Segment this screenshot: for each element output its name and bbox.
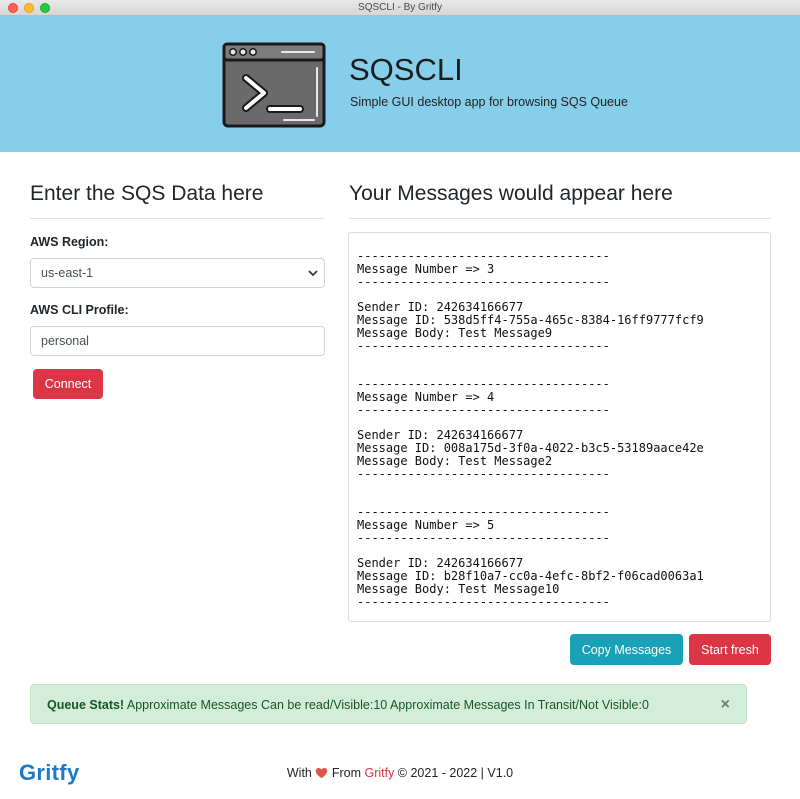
gritfy-link[interactable]: Gritfy (364, 766, 394, 780)
footer-credits: With From Gritfy © 2021 - 2022 | V1.0 (0, 766, 800, 780)
messages-text: ----------------------------------- Mess… (357, 249, 704, 609)
header-banner: SQSCLI Simple GUI desktop app for browsi… (0, 16, 800, 152)
form-heading: Enter the SQS Data here (30, 182, 264, 205)
window-titlebar: SQSCLI - By Gritfy (0, 0, 800, 16)
start-fresh-button[interactable]: Start fresh (689, 634, 771, 665)
messages-output-area[interactable]: ----------------------------------- Mess… (348, 232, 771, 622)
connect-button[interactable]: Connect (33, 369, 103, 399)
aws-profile-label: AWS CLI Profile: (30, 303, 129, 317)
heart-icon (316, 767, 328, 779)
aws-region-value: us-east-1 (41, 266, 94, 280)
footer-prefix: With (286, 766, 316, 780)
queue-stats-title: Queue Stats! (47, 698, 125, 712)
chevron-down-icon (308, 270, 318, 277)
copy-messages-button[interactable]: Copy Messages (570, 634, 683, 665)
aws-profile-input[interactable]: personal (30, 326, 325, 356)
app-subtitle: Simple GUI desktop app for browsing SQS … (350, 95, 628, 109)
aws-region-label: AWS Region: (30, 235, 109, 249)
window-title: SQSCLI - By Gritfy (358, 2, 442, 13)
messages-heading: Your Messages would appear here (349, 182, 673, 205)
queue-stats-detail: Approximate Messages Can be read/Visible… (124, 698, 649, 712)
app-title: SQSCLI (349, 52, 463, 87)
aws-profile-value: personal (41, 334, 89, 348)
app-content: SQSCLI Simple GUI desktop app for browsi… (0, 16, 800, 799)
form-divider (30, 218, 324, 219)
queue-stats-alert: Queue Stats! Approximate Messages Can be… (30, 684, 747, 724)
aws-region-select[interactable]: us-east-1 (30, 258, 325, 288)
terminal-window-icon (222, 42, 326, 128)
footer-suffix: © 2021 - 2022 | V1.0 (394, 766, 514, 780)
close-alert-icon[interactable]: × (721, 696, 730, 714)
messages-divider (349, 218, 771, 219)
footer-mid: From (328, 766, 365, 780)
queue-stats-text: Queue Stats! Approximate Messages Can be… (47, 698, 649, 712)
